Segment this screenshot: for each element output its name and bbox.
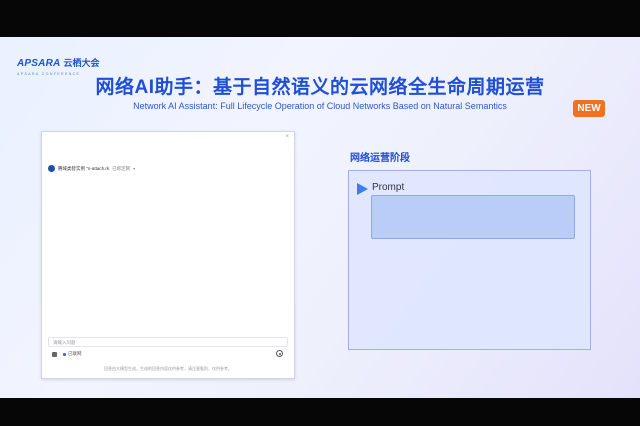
page-title: 网络AI助手：基于自然语义的云网络全生命周期运营	[95, 77, 545, 98]
prompt-field[interactable]	[371, 195, 575, 239]
avatar-icon	[48, 165, 55, 172]
chat-window: × 腾域类智实例 "n-attach.rk 已绑定网 ▾ 请输入问题 已联网 回…	[41, 131, 295, 379]
chat-instance-tag: 已绑定网	[112, 165, 131, 171]
chevron-down-icon[interactable]: ▾	[133, 166, 135, 171]
chat-input[interactable]: 请输入问题	[48, 337, 288, 347]
close-icon[interactable]: ×	[285, 134, 289, 140]
slide: APSARA 云栖大会 APSARA CONFERENCE 网络AI助手：基于自然…	[0, 37, 640, 398]
play-arrow-icon	[357, 183, 368, 195]
stage-panel: Prompt	[348, 170, 591, 350]
chat-toolbar: 已联网	[52, 351, 82, 357]
send-icon[interactable]	[276, 350, 283, 357]
page-subtitle: Network AI Assistant: Full Lifecycle Ope…	[133, 101, 507, 111]
attach-icon[interactable]	[52, 351, 57, 357]
prompt-label: Prompt	[372, 182, 405, 193]
web-search-toggle[interactable]: 已联网	[68, 351, 82, 357]
new-badge: NEW	[573, 100, 605, 117]
chat-instance-name: 腾域类智实例 "n-attach.rk	[58, 165, 110, 171]
chat-header[interactable]: 腾域类智实例 "n-attach.rk 已绑定网 ▾	[48, 165, 135, 172]
web-search-icon	[63, 352, 66, 356]
stage-title: 网络运营阶段	[350, 153, 410, 164]
letterbox-top	[0, 0, 640, 37]
chat-disclaimer: 回答由大模型生成，生成的回答内容仅供参考，请注意甄别，仅供参考。	[104, 366, 232, 371]
letterbox-bottom	[0, 398, 640, 426]
logo-brand-cn: 云栖大会	[63, 58, 100, 68]
logo-brand: APSARA	[17, 58, 61, 69]
